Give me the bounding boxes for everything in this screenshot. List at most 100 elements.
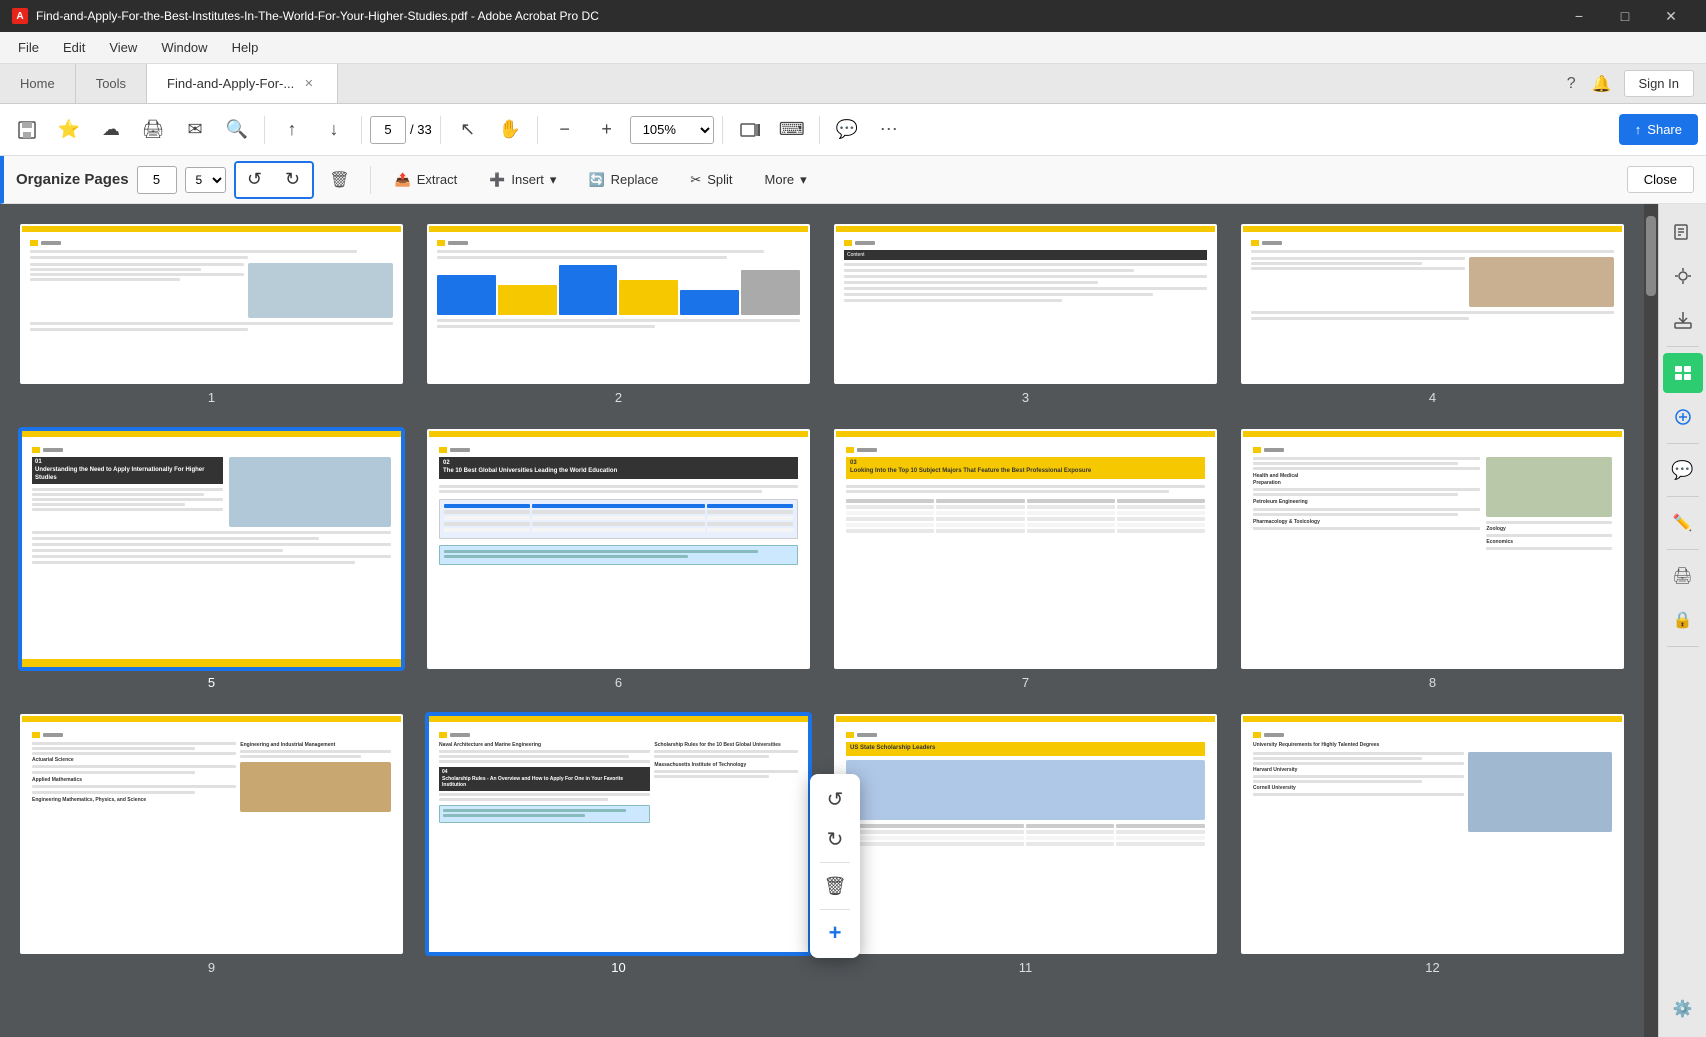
- rp-annotate-button[interactable]: [1663, 212, 1703, 252]
- menu-view[interactable]: View: [99, 36, 147, 59]
- close-button[interactable]: ✕: [1648, 0, 1694, 32]
- help-icon[interactable]: ?: [1563, 71, 1580, 97]
- more-button[interactable]: More ▾: [753, 167, 819, 193]
- cloud-upload-button[interactable]: ☁: [92, 111, 130, 149]
- delete-page-button[interactable]: 🗑: [322, 163, 358, 197]
- ctx-rotate-cw-button[interactable]: ↻: [816, 820, 854, 858]
- toolbar-separator-2: [361, 116, 362, 144]
- context-menu: ↺ ↻ 🗑 +: [810, 774, 860, 958]
- rp-edit-button[interactable]: ✏️: [1663, 503, 1703, 543]
- download-button[interactable]: ↓: [315, 111, 353, 149]
- bookmark-button[interactable]: ⭐: [50, 111, 88, 149]
- sign-in-button[interactable]: Sign In: [1624, 70, 1694, 97]
- page-num-7: 7: [1022, 675, 1029, 690]
- organize-page-dropdown[interactable]: 5: [185, 167, 226, 193]
- page-num-1: 1: [208, 390, 215, 405]
- tab-home-label: Home: [20, 76, 55, 91]
- email-button[interactable]: ✉: [176, 111, 214, 149]
- rp-print-button[interactable]: 🖨: [1663, 556, 1703, 596]
- pan-tool-button[interactable]: ✋: [491, 111, 529, 149]
- split-button[interactable]: ✂ Split: [678, 167, 744, 193]
- scrollbar[interactable]: [1644, 204, 1658, 1037]
- page-item-2[interactable]: 2: [427, 224, 810, 405]
- rp-settings-button[interactable]: ⚙️: [1663, 989, 1703, 1029]
- tab-tools[interactable]: Tools: [76, 64, 147, 103]
- page-thumb-12[interactable]: University Requirements for Highly Talen…: [1241, 714, 1624, 954]
- replace-button[interactable]: 🔄 Replace: [576, 167, 670, 193]
- zoom-dropdown[interactable]: 105% 100% 75% 50% 150% 200%: [630, 116, 714, 144]
- page-thumb-9[interactable]: Actuarial Science Applied Mathematics En…: [20, 714, 403, 954]
- page-item-9[interactable]: Actuarial Science Applied Mathematics En…: [20, 714, 403, 975]
- window-controls[interactable]: − □ ✕: [1556, 0, 1694, 32]
- rp-comment-button[interactable]: 💬: [1663, 450, 1703, 490]
- tab-home[interactable]: Home: [0, 64, 76, 103]
- page-item-10[interactable]: Naval Architecture and Marine Engineerin…: [427, 714, 810, 975]
- extract-button[interactable]: 📤 Extract: [383, 167, 470, 193]
- select-tool-button[interactable]: ↖: [449, 111, 487, 149]
- annotate-icon: [1672, 221, 1694, 243]
- print-button[interactable]: 🖨: [134, 111, 172, 149]
- page-thumb-8[interactable]: Health and MedicalPreparation Petroleum …: [1241, 429, 1624, 669]
- keyboard-button[interactable]: ⌨: [773, 111, 811, 149]
- page-item-7[interactable]: 03Looking Into the Top 10 Subject Majors…: [834, 429, 1217, 690]
- page-item-5[interactable]: 01Understanding the Need to Apply Intern…: [20, 429, 403, 690]
- rp-enhance-button[interactable]: [1663, 256, 1703, 296]
- rp-organize-button[interactable]: [1663, 353, 1703, 393]
- page-thumb-4[interactable]: [1241, 224, 1624, 384]
- menu-help[interactable]: Help: [222, 36, 269, 59]
- more-tools-button[interactable]: ⋯: [870, 111, 908, 149]
- page-thumb-3[interactable]: Content: [834, 224, 1217, 384]
- page-thumb-7[interactable]: 03Looking Into the Top 10 Subject Majors…: [834, 429, 1217, 669]
- ctx-rotate-ccw-button[interactable]: ↺: [816, 780, 854, 818]
- close-organize-button[interactable]: Close: [1627, 166, 1694, 193]
- menu-edit[interactable]: Edit: [53, 36, 95, 59]
- page-thumb-2[interactable]: [427, 224, 810, 384]
- maximize-button[interactable]: □: [1602, 0, 1648, 32]
- zoom-out-button[interactable]: −: [546, 111, 584, 149]
- page-thumb-6[interactable]: 02The 10 Best Global Universities Leadin…: [427, 429, 810, 669]
- menu-window[interactable]: Window: [151, 36, 217, 59]
- upload-button[interactable]: ↑: [273, 111, 311, 149]
- rp-extra-button[interactable]: [1663, 397, 1703, 437]
- rp-export-button[interactable]: [1663, 300, 1703, 340]
- notification-icon[interactable]: 🔔: [1588, 70, 1616, 98]
- rotate-ccw-button[interactable]: ↺: [236, 163, 274, 197]
- scan-button[interactable]: [731, 111, 769, 149]
- page-num-3: 3: [1022, 390, 1029, 405]
- page-item-12[interactable]: University Requirements for Highly Talen…: [1241, 714, 1624, 975]
- tab-document[interactable]: Find-and-Apply-For-... ✕: [147, 64, 338, 103]
- comment-button[interactable]: 💬: [828, 111, 866, 149]
- page-item-1[interactable]: 1: [20, 224, 403, 405]
- find-button[interactable]: 🔍: [218, 111, 256, 149]
- ctx-delete-button[interactable]: 🗑: [816, 867, 854, 905]
- page-number-input[interactable]: [370, 116, 406, 144]
- replace-icon: 🔄: [588, 172, 604, 188]
- page-item-11[interactable]: US State Scholarship Leaders: [834, 714, 1217, 975]
- page-thumb-10[interactable]: Naval Architecture and Marine Engineerin…: [427, 714, 810, 954]
- menu-file[interactable]: File: [8, 36, 49, 59]
- page-thumb-1[interactable]: [20, 224, 403, 384]
- minimize-button[interactable]: −: [1556, 0, 1602, 32]
- page-item-3[interactable]: Content 3: [834, 224, 1217, 405]
- toolbar-separator-1: [264, 116, 265, 144]
- rp-separator-2: [1667, 443, 1699, 444]
- page-thumb-5[interactable]: 01Understanding the Need to Apply Intern…: [20, 429, 403, 669]
- zoom-in-button[interactable]: +: [588, 111, 626, 149]
- split-label: Split: [707, 172, 732, 187]
- organize-page-input[interactable]: [137, 166, 177, 194]
- rp-redact-button[interactable]: 🔒: [1663, 600, 1703, 640]
- tab-close-button[interactable]: ✕: [300, 75, 317, 92]
- ctx-separator-2: [820, 909, 850, 910]
- scrollbar-thumb[interactable]: [1646, 216, 1656, 296]
- extract-icon: 📤: [395, 172, 411, 188]
- page-item-8[interactable]: Health and MedicalPreparation Petroleum …: [1241, 429, 1624, 690]
- scan-icon: [739, 119, 761, 141]
- save-button[interactable]: [8, 111, 46, 149]
- page-item-4[interactable]: 4: [1241, 224, 1624, 405]
- ctx-add-button[interactable]: +: [816, 914, 854, 952]
- page-thumb-11[interactable]: US State Scholarship Leaders: [834, 714, 1217, 954]
- insert-button[interactable]: ➕ Insert ▾: [477, 167, 568, 193]
- rotate-cw-button[interactable]: ↻: [274, 163, 312, 197]
- share-button[interactable]: ↑ Share: [1619, 114, 1698, 145]
- page-item-6[interactable]: 02The 10 Best Global Universities Leadin…: [427, 429, 810, 690]
